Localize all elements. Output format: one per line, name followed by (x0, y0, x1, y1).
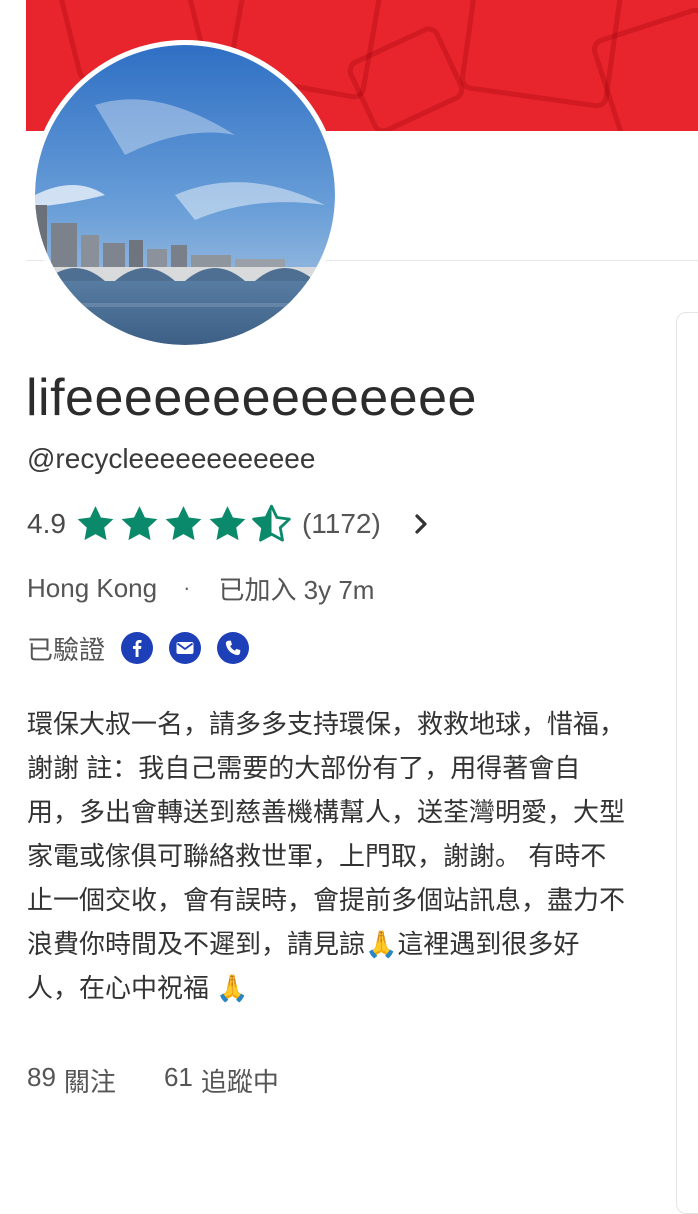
rating-value: 4.9 (27, 508, 66, 539)
side-panel-edge (676, 312, 698, 1214)
followers-count: 89 (27, 1061, 56, 1092)
phone-icon (217, 632, 250, 664)
star-rating (74, 503, 293, 545)
avatar[interactable] (30, 40, 340, 350)
meta-row: Hong Kong · 已加入 3y 7m (27, 570, 374, 606)
review-count: (1172) (301, 508, 381, 539)
followers-label: 關注 (63, 1066, 116, 1097)
verified-label: 已驗證 (27, 634, 106, 665)
location: Hong Kong (27, 572, 158, 603)
star-full-icon (165, 506, 202, 541)
username: @recycleeeeeeeeeeee (27, 443, 316, 474)
chevron-right-icon[interactable] (411, 509, 433, 539)
following-count: 61 (163, 1061, 193, 1092)
profile-bio: 環保大叔一名，請多多支持環保，救救地球，惜福，謝謝 註：我自己需要的大部份有了，… (27, 709, 626, 1003)
followers-link[interactable]: 89 關注 (27, 1062, 116, 1099)
display-name: lifeeeeeeeeeeeeee (26, 369, 477, 427)
avatar-photo (35, 45, 335, 345)
rating-row[interactable]: 4.9 (1172) (27, 503, 433, 545)
star-full-icon (209, 506, 246, 541)
star-half-icon (252, 504, 291, 542)
meta-separator: · (183, 575, 191, 600)
joined-duration: 已加入 3y 7m (218, 574, 375, 605)
star-full-icon (121, 506, 158, 541)
following-label: 追蹤中 (200, 1066, 279, 1097)
follow-stats: 89 關注 61 追蹤中 (27, 1060, 279, 1100)
facebook-icon (121, 632, 154, 664)
email-icon (169, 632, 202, 664)
following-link[interactable]: 61 追蹤中 (164, 1062, 279, 1099)
star-full-icon (77, 506, 114, 541)
verified-row: 已驗證 (27, 628, 265, 668)
